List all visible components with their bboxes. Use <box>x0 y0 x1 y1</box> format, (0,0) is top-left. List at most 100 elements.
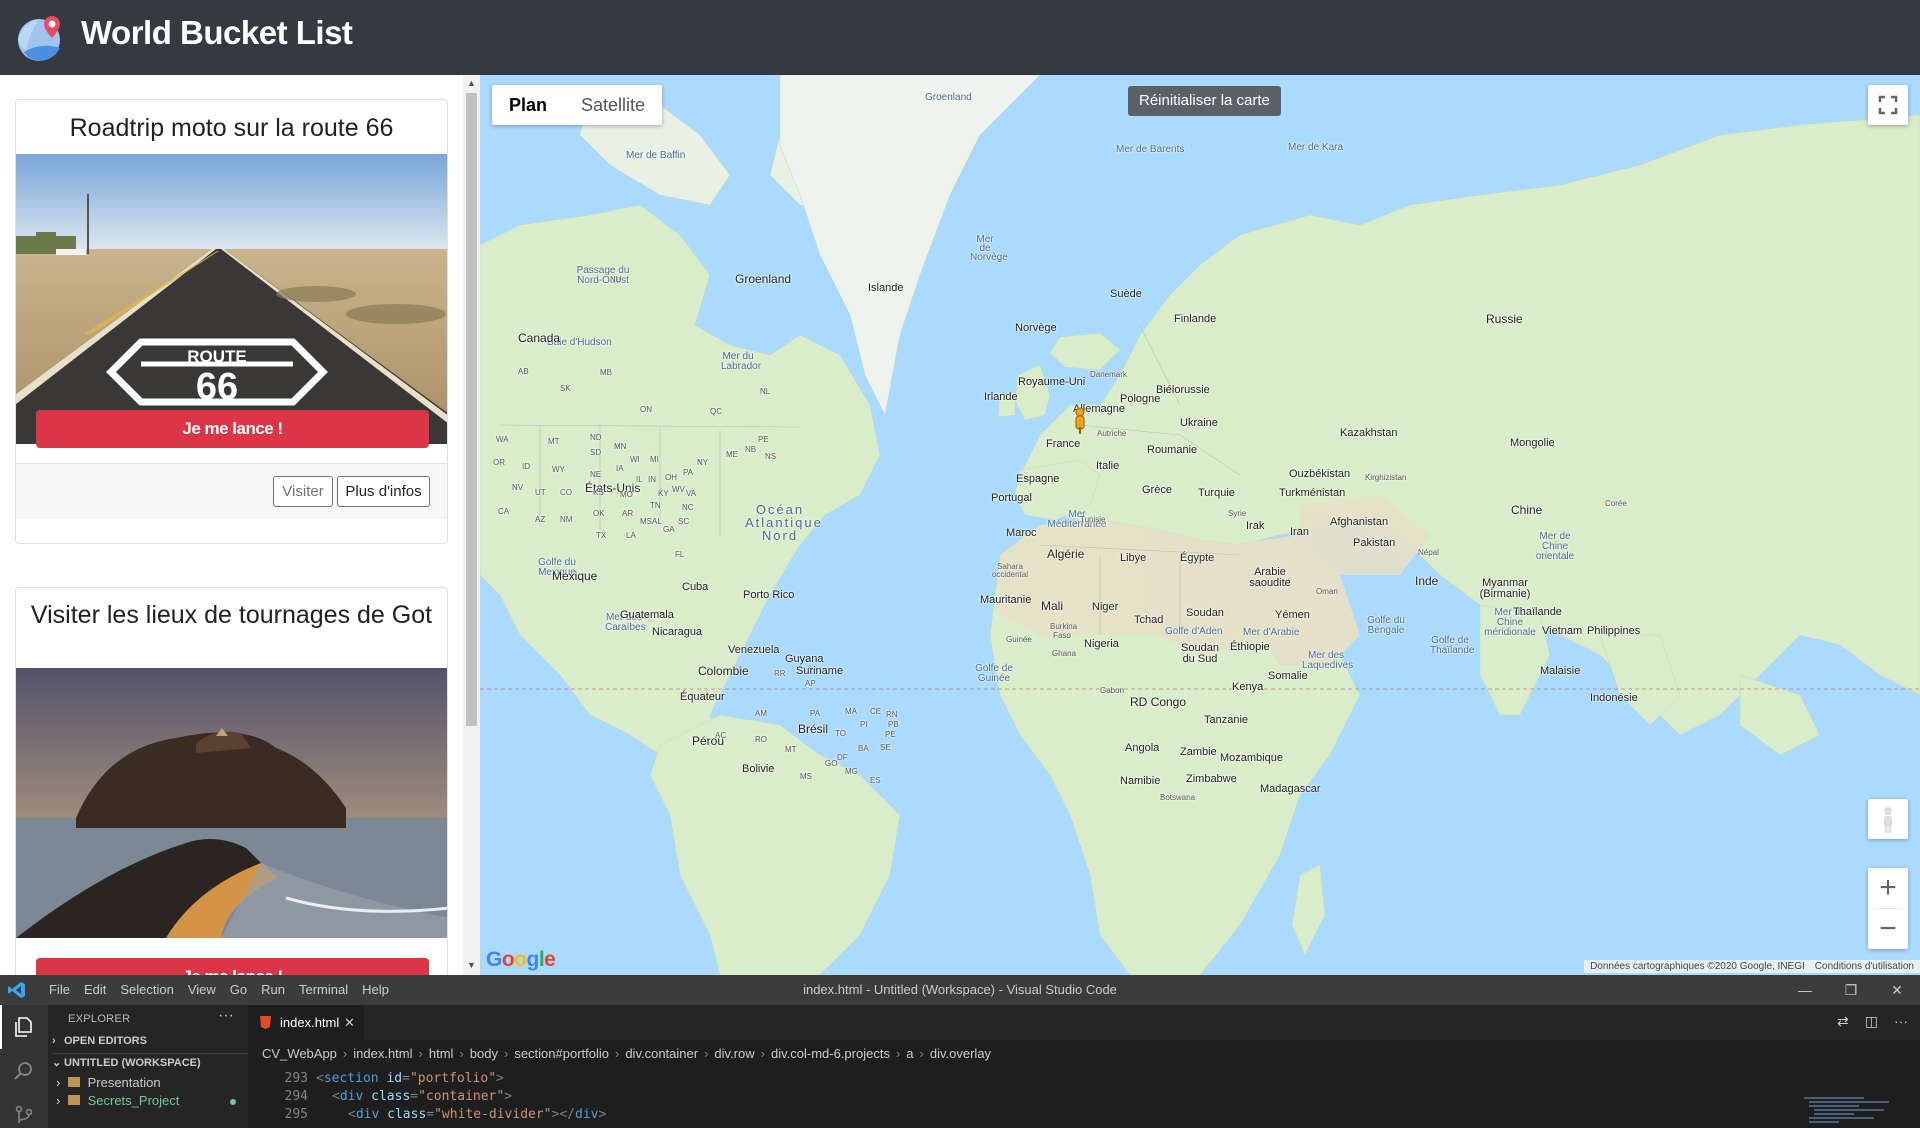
close-tab-icon[interactable]: ✕ <box>344 1005 355 1040</box>
line-number: 295 <box>284 1107 308 1122</box>
map-label: Équateur <box>680 691 725 703</box>
compare-changes-icon[interactable]: ⇄ <box>1837 1013 1849 1030</box>
map-label: Botswana <box>1160 793 1196 802</box>
map-label: NB <box>745 445 757 454</box>
start-challenge-button[interactable]: Je me lance ! <box>36 958 429 975</box>
menu-selection[interactable]: Selection <box>113 975 180 1005</box>
menu-run[interactable]: Run <box>254 975 292 1005</box>
map-label: Groenland <box>735 272 792 286</box>
start-challenge-button[interactable]: Je me lance ! <box>36 410 429 448</box>
map-label: SC <box>678 517 690 526</box>
menu-file[interactable]: File <box>42 975 77 1005</box>
more-actions-icon[interactable]: ··· <box>1894 1013 1908 1030</box>
active-indicator <box>0 1005 2 1049</box>
map-label: MI <box>650 455 659 464</box>
map-label: Golfe d'Aden <box>1165 626 1223 637</box>
map-label: Malaisie <box>1540 665 1581 677</box>
map-label: Turquie <box>1198 487 1235 499</box>
open-editors-label: OPEN EDITORS <box>64 1035 147 1047</box>
search-icon[interactable] <box>12 1059 36 1083</box>
map-type-satellite[interactable]: Satellite <box>564 85 662 125</box>
map-label: TN <box>650 501 661 510</box>
breadcrumb-item[interactable]: CV_WebApp <box>262 1046 337 1061</box>
map-label: Portugal <box>991 492 1032 504</box>
map-label: AC <box>715 731 727 740</box>
tree-item-secrets-project[interactable]: › Secrets_Project <box>56 1093 179 1108</box>
pegman-marker-icon[interactable] <box>1073 407 1087 435</box>
folder-icon <box>67 1095 80 1105</box>
menu-help[interactable]: Help <box>355 975 396 1005</box>
breadcrumb-item[interactable]: div.overlay <box>930 1046 991 1061</box>
map-label: Irak <box>1246 520 1265 532</box>
map-label: Mer de Baffin <box>626 150 686 161</box>
app-title: World Bucket List <box>81 14 353 51</box>
map-label: Égypte <box>1180 552 1215 564</box>
vscode-menubar: File Edit Selection View Go Run Terminal… <box>42 975 396 1005</box>
map-label: Biélorussie <box>1156 384 1210 396</box>
menu-view[interactable]: View <box>181 975 223 1005</box>
code-line[interactable]: <div class="container"> <box>332 1089 512 1104</box>
map-label: Népal <box>1418 548 1439 557</box>
map-label: Ouzbékistan <box>1289 468 1351 480</box>
zoom-out-icon[interactable]: − <box>1868 909 1908 949</box>
map-label: Roumanie <box>1147 444 1198 456</box>
minimap[interactable] <box>1804 1095 1904 1128</box>
map-label: OK <box>593 509 605 518</box>
map-label: MT <box>548 437 560 446</box>
visit-button[interactable]: Visiter <box>273 476 333 507</box>
vscode-explorer: EXPLORER ··· › OPEN EDITORS ⌄ UNTITLED (WO… <box>48 1005 248 1128</box>
map-label: Zimbabwe <box>1186 773 1237 785</box>
world-map[interactable]: Mer de Baffin Groenland Mer de Barents M… <box>480 75 1920 975</box>
scroll-up-arrow-icon[interactable]: ▲ <box>466 78 477 88</box>
minimize-icon[interactable]: — <box>1782 975 1828 1005</box>
tree-item-presentation[interactable]: › Presentation <box>56 1075 161 1090</box>
map-label: MN <box>614 442 627 451</box>
breadcrumb-item[interactable]: section#portfolio <box>514 1046 609 1061</box>
map-label: PE <box>758 435 769 444</box>
map-label: PB <box>888 720 899 729</box>
map-label: DF <box>837 753 848 762</box>
map-label: Grèce <box>1142 484 1172 496</box>
breadcrumb-item[interactable]: html <box>429 1046 454 1061</box>
map-label: NV <box>512 483 524 492</box>
menu-terminal[interactable]: Terminal <box>292 975 355 1005</box>
sidebar-scroll-thumb[interactable] <box>466 93 477 726</box>
tab-index-html[interactable]: index.html ✕ <box>248 1005 364 1040</box>
terms-link[interactable]: Conditions d'utilisation <box>1815 961 1914 972</box>
reset-map-button[interactable]: Réinitialiser la carte <box>1128 86 1281 116</box>
fullscreen-button[interactable] <box>1868 85 1908 125</box>
code-line[interactable]: <div class="white-divider"></div> <box>348 1107 606 1122</box>
workspace-section[interactable]: ⌄ UNTITLED (WORKSPACE) <box>52 1053 248 1069</box>
source-control-icon[interactable] <box>12 1103 36 1127</box>
menu-go[interactable]: Go <box>223 975 254 1005</box>
map-label: Libye <box>1120 552 1147 564</box>
open-editors-section[interactable]: › OPEN EDITORS <box>52 1035 147 1047</box>
breadcrumb-item[interactable]: index.html <box>353 1046 412 1061</box>
map-label: NM <box>560 515 573 524</box>
code-line[interactable]: <section id="portfolio"> <box>316 1071 504 1086</box>
map-label: MO <box>620 490 633 499</box>
breadcrumb-item[interactable]: div.col-md-6.projects <box>771 1046 890 1061</box>
breadcrumb-item[interactable]: div.row <box>714 1046 754 1061</box>
street-view-pegman-button[interactable] <box>1868 799 1908 839</box>
workspace-label: UNTITLED (WORKSPACE) <box>64 1057 201 1069</box>
menu-edit[interactable]: Edit <box>77 975 113 1005</box>
breadcrumb-item[interactable]: a <box>906 1046 913 1061</box>
scroll-down-arrow-icon[interactable]: ▼ <box>466 960 477 970</box>
map-label: Mer du Labrador <box>721 351 762 372</box>
map-label: Vietnam <box>1542 625 1583 637</box>
map-label: Angola <box>1125 742 1160 754</box>
map-label: Mer de Chine orientale <box>1535 531 1575 562</box>
restore-icon[interactable]: ❐ <box>1828 975 1874 1005</box>
zoom-in-icon[interactable]: + <box>1868 868 1908 908</box>
map-type-plan[interactable]: Plan <box>492 85 564 125</box>
more-actions-icon[interactable]: ··· <box>218 1007 234 1025</box>
close-window-icon[interactable]: ✕ <box>1874 975 1920 1005</box>
breadcrumb-item[interactable]: div.container <box>625 1046 698 1061</box>
explorer-files-icon[interactable] <box>12 1015 36 1039</box>
map-label: AZ <box>535 515 546 524</box>
split-editor-icon[interactable]: ◫ <box>1865 1013 1878 1030</box>
more-info-button[interactable]: Plus d'infos <box>337 476 430 507</box>
map-label: RN <box>886 710 898 719</box>
breadcrumb-item[interactable]: body <box>470 1046 498 1061</box>
